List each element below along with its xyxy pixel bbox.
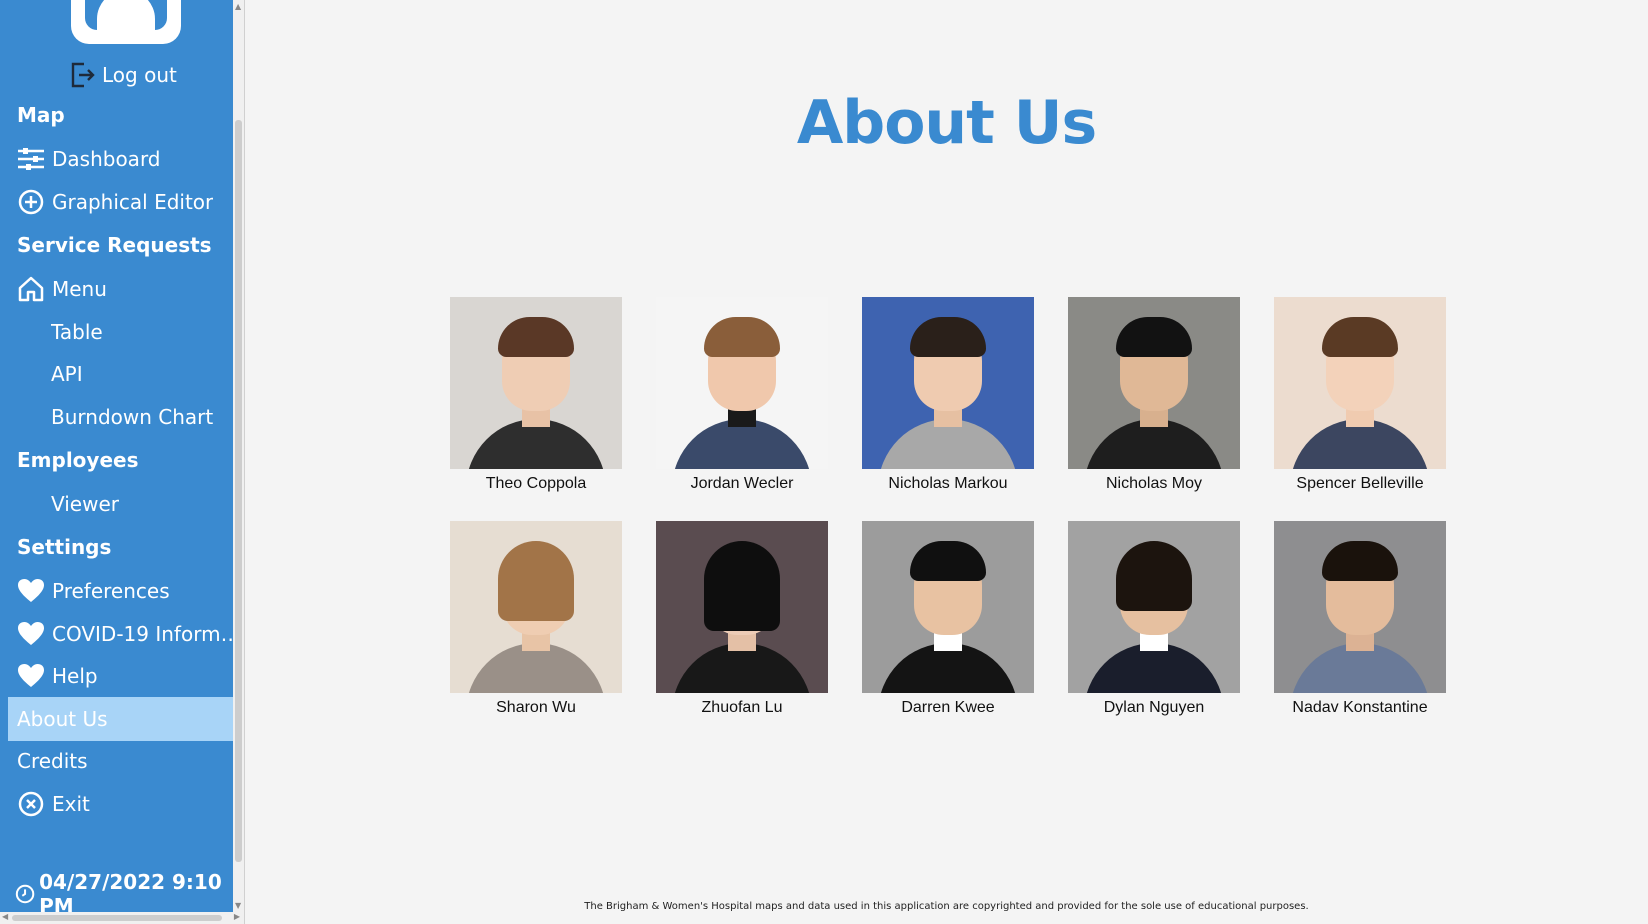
member-photo	[862, 521, 1034, 693]
scrollbar-thumb[interactable]	[235, 120, 242, 862]
team-member-card: Sharon Wu	[450, 521, 622, 717]
copyright-footer: The Brigham & Women's Hospital maps and …	[584, 901, 1309, 912]
scrollbar-thumb[interactable]	[12, 915, 222, 921]
sidebar-item-label: COVID-19 Informati...	[52, 622, 244, 646]
member-photo	[1068, 521, 1240, 693]
scroll-right-icon[interactable]: ▶	[234, 912, 240, 921]
logout-icon	[71, 62, 95, 88]
sidebar-item-help[interactable]: Help	[8, 654, 244, 698]
sliders-icon	[17, 145, 45, 173]
section-service-requests: Service Requests	[17, 233, 212, 257]
datetime-display: 04/27/2022 9:10 PM	[15, 870, 244, 912]
scroll-left-icon[interactable]: ◀	[2, 912, 8, 921]
sidebar-item-dashboard[interactable]: Dashboard	[8, 137, 244, 181]
sidebar-item-label: Credits	[17, 749, 88, 773]
team-member-card: Spencer Belleville	[1274, 297, 1446, 493]
sidebar-item-graphical-editor[interactable]: Graphical Editor	[8, 180, 244, 224]
member-name: Spencer Belleville	[1296, 475, 1424, 492]
plus-circle-icon	[17, 188, 45, 216]
team-grid: Theo Coppola Jordan Wecler Nicholas Mark…	[450, 297, 1446, 717]
member-name: Darren Kwee	[901, 699, 995, 716]
member-name: Dylan Nguyen	[1103, 699, 1205, 716]
sidebar-item-label: API	[51, 362, 83, 386]
member-name: Zhuofan Lu	[701, 699, 783, 716]
team-member-card: Nicholas Markou	[862, 297, 1034, 493]
sidebar-item-label: Graphical Editor	[52, 190, 214, 214]
sidebar-item-exit[interactable]: Exit	[8, 782, 244, 826]
member-name: Nadav Konstantine	[1292, 699, 1428, 716]
heart-icon	[17, 577, 45, 605]
logout-label: Log out	[102, 63, 177, 87]
heart-icon	[17, 662, 45, 690]
sidebar: Log out Map Dashboard Graphical Editor S…	[0, 0, 245, 924]
sidebar-vertical-scrollbar[interactable]: ▲ ▼	[233, 0, 244, 912]
sidebar-item-label: Burndown Chart	[51, 405, 214, 429]
sidebar-item-label: Help	[52, 664, 98, 688]
member-photo	[1274, 297, 1446, 469]
member-name: Sharon Wu	[496, 699, 576, 716]
clock-icon	[15, 884, 35, 904]
heart-icon	[17, 620, 45, 648]
member-name: Nicholas Markou	[888, 475, 1008, 492]
member-photo	[1068, 297, 1240, 469]
member-photo	[450, 297, 622, 469]
sidebar-item-label: Dashboard	[52, 147, 161, 171]
sidebar-item-api[interactable]: API	[8, 352, 244, 396]
sidebar-item-burndown-chart[interactable]: Burndown Chart	[8, 395, 244, 439]
sidebar-content: Log out Map Dashboard Graphical Editor S…	[0, 0, 244, 912]
section-map: Map	[17, 103, 65, 127]
sidebar-item-covid[interactable]: COVID-19 Informati...	[8, 612, 244, 656]
member-photo	[656, 297, 828, 469]
sidebar-horizontal-scrollbar[interactable]: ◀ ▶	[0, 912, 244, 924]
member-photo	[450, 521, 622, 693]
sidebar-item-label: Viewer	[51, 492, 119, 516]
team-member-card: Nicholas Moy	[1068, 297, 1240, 493]
section-employees: Employees	[17, 448, 139, 472]
sidebar-item-about-us[interactable]: About Us	[8, 697, 244, 741]
scroll-down-icon[interactable]: ▼	[235, 901, 241, 910]
logout-button[interactable]: Log out	[70, 58, 177, 92]
team-member-card: Darren Kwee	[862, 521, 1034, 717]
sidebar-item-label: Table	[51, 320, 103, 344]
member-name: Nicholas Moy	[1105, 475, 1203, 492]
member-photo	[862, 297, 1034, 469]
sidebar-item-menu[interactable]: Menu	[8, 267, 244, 311]
close-circle-icon	[17, 790, 45, 818]
sidebar-item-label: Menu	[52, 277, 107, 301]
sidebar-item-label: Preferences	[52, 579, 170, 603]
home-icon	[17, 275, 45, 303]
scroll-up-icon[interactable]: ▲	[235, 2, 241, 11]
team-member-card: Jordan Wecler	[656, 297, 828, 493]
team-member-card: Nadav Konstantine	[1274, 521, 1446, 717]
member-name: Theo Coppola	[485, 475, 587, 492]
page-title: About Us	[796, 88, 1097, 158]
sidebar-item-label: Exit	[52, 792, 90, 816]
sidebar-item-preferences[interactable]: Preferences	[8, 569, 244, 613]
member-name: Jordan Wecler	[690, 475, 794, 492]
sidebar-item-viewer[interactable]: Viewer	[8, 482, 244, 526]
member-photo	[1274, 521, 1446, 693]
sidebar-item-label: About Us	[17, 707, 108, 731]
section-settings: Settings	[17, 535, 112, 559]
sidebar-item-table[interactable]: Table	[8, 310, 244, 354]
member-photo	[656, 521, 828, 693]
team-member-card: Theo Coppola	[450, 297, 622, 493]
team-member-card: Zhuofan Lu	[656, 521, 828, 717]
sidebar-item-credits[interactable]: Credits	[8, 739, 244, 783]
datetime-text: 04/27/2022 9:10 PM	[39, 870, 222, 912]
team-member-card: Dylan Nguyen	[1068, 521, 1240, 717]
user-avatar-icon[interactable]	[71, 0, 181, 44]
